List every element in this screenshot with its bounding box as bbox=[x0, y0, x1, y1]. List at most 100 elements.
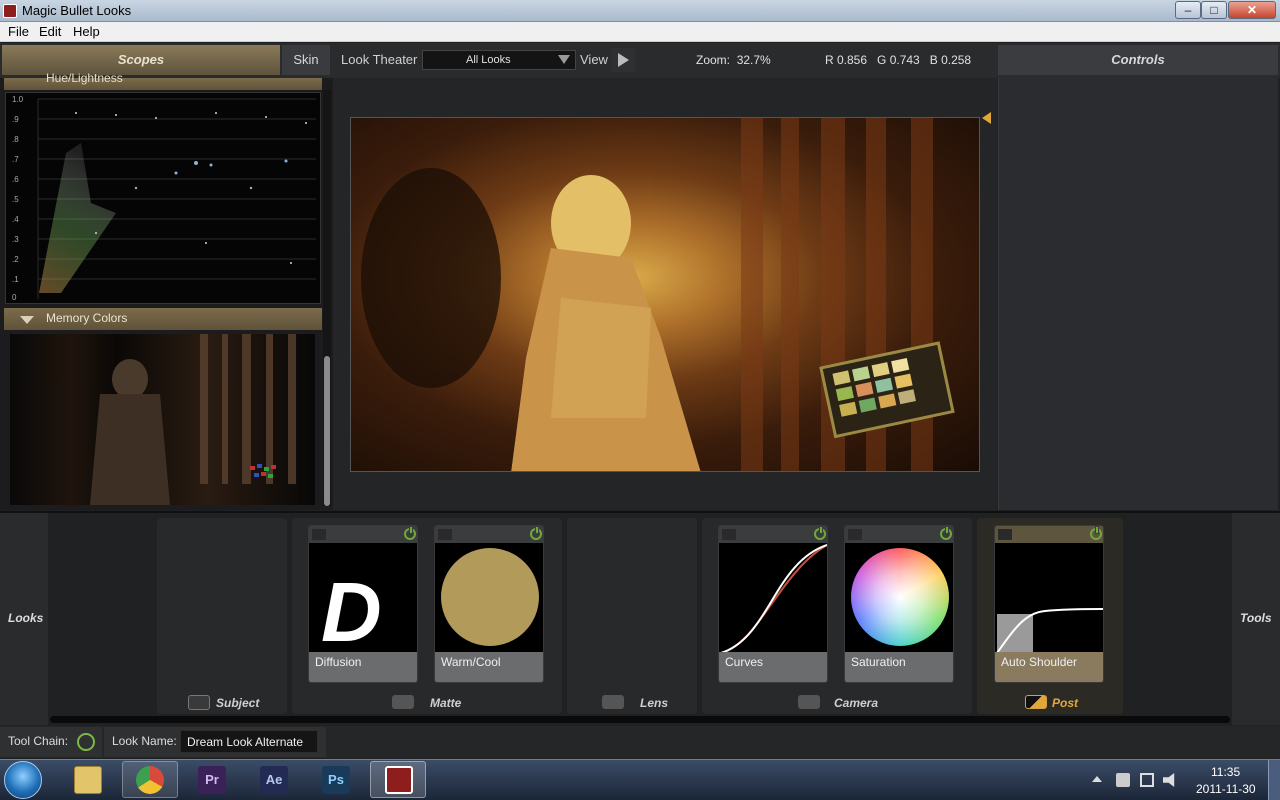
clock-date[interactable]: 2011-11-30 bbox=[1196, 782, 1256, 796]
taskbar-photoshop[interactable]: Ps bbox=[308, 761, 364, 798]
menu-bar: File Edit Help bbox=[0, 22, 1280, 42]
y-tick-label: .3 bbox=[12, 235, 19, 244]
clock-time[interactable]: 11:35 bbox=[1211, 765, 1240, 779]
group-label-lens[interactable]: Lens bbox=[640, 696, 668, 710]
card-header[interactable] bbox=[845, 526, 953, 543]
looks-filter-dropdown[interactable]: All Looks bbox=[422, 50, 576, 70]
window-title: Magic Bullet Looks bbox=[22, 3, 132, 18]
maximize-button[interactable]: □ bbox=[1201, 1, 1227, 19]
tools-drawer-label: Tools bbox=[1240, 611, 1272, 625]
group-label-camera[interactable]: Camera bbox=[834, 696, 878, 710]
group-label-subject[interactable]: Subject bbox=[216, 696, 259, 710]
action-center-icon[interactable] bbox=[1116, 773, 1130, 787]
shoulder-curve-icon bbox=[996, 608, 1103, 654]
look-name-label: Look Name: bbox=[112, 734, 177, 748]
memory-colors-label: Memory Colors bbox=[46, 311, 128, 325]
zoom-label: Zoom: bbox=[696, 53, 731, 67]
title-bar bbox=[0, 0, 1280, 22]
look-name-field[interactable]: Dream Look Alternate bbox=[180, 730, 318, 753]
power-icon[interactable] bbox=[404, 526, 416, 540]
power-icon[interactable] bbox=[530, 526, 542, 540]
play-icon[interactable] bbox=[618, 53, 629, 67]
tool-chain-label: Tool Chain: bbox=[8, 734, 69, 748]
taskbar-after-effects[interactable]: Ae bbox=[246, 761, 302, 798]
zoom-value: 32.7% bbox=[736, 53, 771, 67]
tray-expand-icon[interactable] bbox=[1092, 776, 1102, 782]
chevron-down-icon[interactable] bbox=[558, 55, 570, 64]
y-tick-label: .5 bbox=[12, 195, 19, 204]
y-tick-label: .8 bbox=[12, 135, 19, 144]
y-tick-label: .6 bbox=[12, 175, 19, 184]
memory-colors-graphic bbox=[90, 334, 296, 505]
network-icon[interactable] bbox=[1140, 773, 1154, 787]
lens-camera-icon bbox=[602, 695, 624, 709]
start-button-icon[interactable] bbox=[4, 761, 42, 799]
menu-edit[interactable]: Edit bbox=[39, 24, 61, 39]
card-header[interactable] bbox=[435, 526, 543, 543]
taskbar-premiere[interactable]: Pr bbox=[184, 761, 240, 798]
tab-scopes[interactable]: Scopes bbox=[2, 45, 280, 75]
card-label: Diffusion bbox=[309, 652, 417, 682]
subject-icon bbox=[188, 695, 210, 710]
hue-lightness-scope: 1.0 .9 .8 .7 .6 .5 .4 .3 .2 .1 0 bbox=[5, 92, 321, 304]
premiere-icon: Pr bbox=[198, 766, 226, 794]
minimize-button[interactable]: – bbox=[1175, 1, 1201, 19]
preview-scene bbox=[361, 118, 955, 471]
taskbar-magic-bullet-looks[interactable] bbox=[370, 761, 426, 798]
photoshop-icon: Ps bbox=[322, 766, 350, 794]
color-wheel-center bbox=[851, 548, 949, 646]
card-header[interactable] bbox=[719, 526, 827, 543]
tool-chain-power-icon[interactable] bbox=[77, 733, 95, 751]
zoom-readout: Zoom: 32.7% bbox=[696, 53, 771, 67]
tab-skin[interactable]: Skin bbox=[282, 45, 330, 75]
tool-card-diffusion[interactable]: D Diffusion bbox=[308, 525, 418, 683]
tool-chain-scrollbar[interactable] bbox=[50, 716, 1230, 723]
scope-graph bbox=[37, 98, 316, 299]
show-desktop-button[interactable] bbox=[1268, 760, 1280, 800]
preview-image[interactable] bbox=[350, 117, 980, 472]
memory-colors-preview bbox=[10, 334, 315, 505]
power-icon[interactable] bbox=[1090, 526, 1102, 540]
power-icon[interactable] bbox=[940, 526, 952, 540]
collapse-arrow-icon[interactable] bbox=[20, 316, 34, 324]
card-label: Saturation bbox=[845, 652, 953, 682]
drag-handle-icon[interactable] bbox=[722, 529, 736, 540]
tool-card-auto-shoulder[interactable]: Auto Shoulder bbox=[994, 525, 1104, 683]
group-label-post[interactable]: Post bbox=[1052, 696, 1078, 710]
scrollbar-thumb[interactable] bbox=[324, 356, 330, 506]
y-tick-label: 0 bbox=[12, 293, 17, 302]
close-button[interactable]: ✕ bbox=[1228, 1, 1276, 19]
tool-card-curves[interactable]: Curves bbox=[718, 525, 828, 683]
app-icon bbox=[3, 4, 17, 18]
card-label: Auto Shoulder bbox=[995, 652, 1103, 682]
card-label: Warm/Cool bbox=[435, 652, 543, 682]
card-header[interactable] bbox=[995, 526, 1103, 543]
group-label-matte[interactable]: Matte bbox=[430, 696, 461, 710]
frame-marker-icon[interactable] bbox=[982, 112, 991, 124]
y-tick-label: .9 bbox=[12, 115, 19, 124]
diffusion-d-icon: D bbox=[321, 565, 382, 659]
tab-controls[interactable]: Controls bbox=[998, 45, 1278, 75]
post-icon bbox=[1025, 695, 1047, 709]
taskbar-explorer[interactable] bbox=[60, 761, 116, 798]
y-tick-label: .2 bbox=[12, 255, 19, 264]
tool-card-warm-cool[interactable]: Warm/Cool bbox=[434, 525, 544, 683]
y-tick-label: .1 bbox=[12, 275, 19, 284]
look-theater-label: Look Theater bbox=[341, 52, 418, 67]
drag-handle-icon[interactable] bbox=[998, 529, 1012, 540]
drag-handle-icon[interactable] bbox=[312, 529, 326, 540]
warm-cool-swatch-icon bbox=[441, 548, 539, 646]
card-label: Curves bbox=[719, 652, 827, 682]
taskbar-chrome[interactable] bbox=[122, 761, 178, 798]
card-header[interactable] bbox=[309, 526, 417, 543]
tool-card-saturation[interactable]: Saturation bbox=[844, 525, 954, 683]
after-effects-icon: Ae bbox=[260, 766, 288, 794]
menu-file[interactable]: File bbox=[8, 24, 29, 39]
drag-handle-icon[interactable] bbox=[848, 529, 862, 540]
drag-handle-icon[interactable] bbox=[438, 529, 452, 540]
y-tick-label: .7 bbox=[12, 155, 19, 164]
chrome-icon bbox=[136, 766, 164, 794]
menu-help[interactable]: Help bbox=[73, 24, 100, 39]
power-icon[interactable] bbox=[814, 526, 826, 540]
y-tick-label: .4 bbox=[12, 215, 19, 224]
